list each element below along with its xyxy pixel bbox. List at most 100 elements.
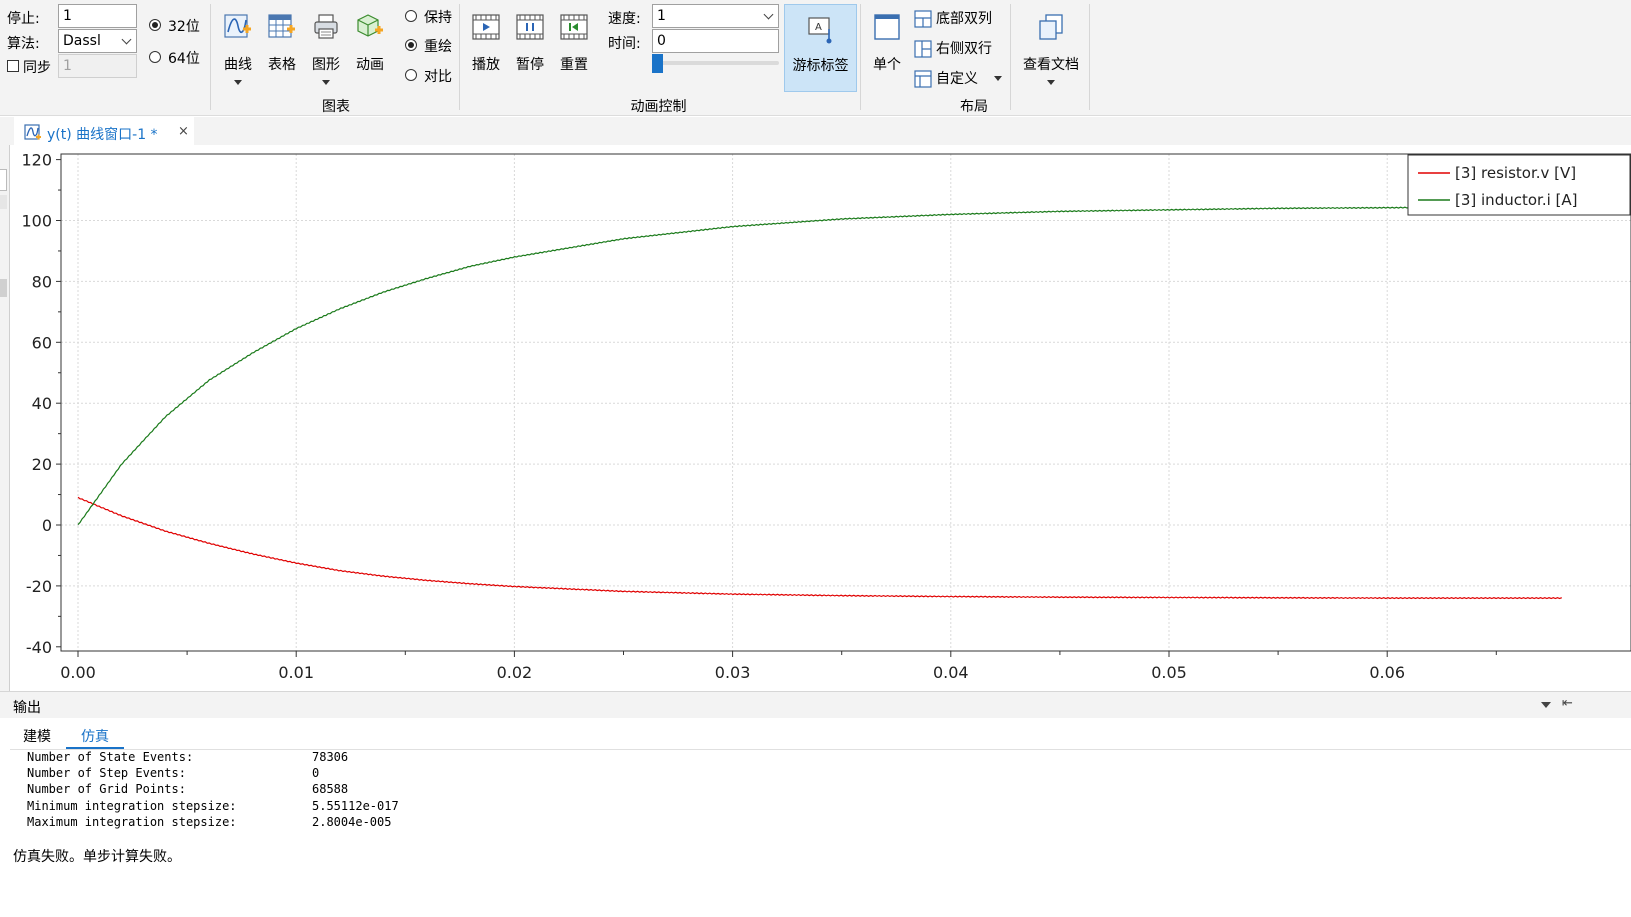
two-column-icon: [914, 10, 932, 28]
time-slider-thumb[interactable]: [652, 54, 663, 73]
layout-custom-label: 自定义: [936, 71, 978, 87]
simulation-error-message: 仿真失败。单步计算失败。: [13, 849, 181, 865]
printer-icon: [314, 14, 338, 39]
log-value: 0: [312, 766, 320, 780]
x-tick-label: 0.02: [497, 663, 533, 682]
caret-down-icon: [234, 80, 242, 85]
radio-redraw[interactable]: [405, 39, 417, 51]
y-tick-label: 40: [32, 394, 52, 413]
sync-checkbox[interactable]: [7, 60, 19, 72]
log-label: Number of Grid Points:: [27, 782, 186, 796]
animation-button[interactable]: 动画: [350, 12, 390, 92]
divider: [10, 749, 1631, 750]
close-icon[interactable]: ×: [178, 124, 189, 139]
ribbon-separator: [1010, 4, 1011, 110]
pause-button[interactable]: 暂停: [510, 12, 550, 92]
curve-button-label: 曲线: [224, 57, 252, 73]
cursor-label-button[interactable]: A 游标标签: [784, 4, 857, 92]
reset-button-label: 重置: [560, 57, 588, 73]
time-slider-track[interactable]: [652, 61, 779, 65]
log-label: Number of Step Events:: [27, 766, 186, 780]
layout-bottom-two-col-button[interactable]: 底部双列: [914, 7, 1004, 31]
log-value: 78306: [312, 750, 349, 764]
radio-64bit-label: 64位: [168, 51, 200, 67]
table-icon: [268, 14, 295, 38]
tab-modeling[interactable]: 建模: [23, 726, 51, 746]
y-tick-label: 80: [32, 272, 52, 291]
algorithm-select[interactable]: Dassl: [58, 29, 137, 53]
layout-right-two-row-button[interactable]: 右侧双行: [914, 37, 1004, 61]
speed-select[interactable]: 1: [652, 4, 779, 28]
algorithm-value: Dassl: [63, 33, 101, 49]
table-button[interactable]: 表格: [262, 12, 302, 92]
play-button[interactable]: 播放: [466, 12, 506, 92]
log-value: 5.55112e-017: [312, 799, 399, 813]
curve-button[interactable]: 曲线: [218, 12, 258, 92]
log-label: Maximum integration stepsize:: [27, 815, 237, 829]
chart-legend[interactable]: [3] resistor.v [V] [3] inductor.i [A]: [1407, 154, 1631, 216]
log-label: Minimum integration stepsize:: [27, 799, 237, 813]
dock-tab[interactable]: [0, 279, 7, 297]
layout-custom-button[interactable]: 自定义: [914, 67, 1006, 91]
play-button-label: 播放: [472, 57, 500, 73]
radio-compare[interactable]: [405, 69, 417, 81]
time-input[interactable]: 0: [652, 29, 779, 53]
log-label: Number of State Events:: [27, 750, 194, 764]
radio-compare-label: 对比: [424, 69, 452, 85]
tab-simulation[interactable]: 仿真: [81, 726, 109, 746]
tab-curve-window[interactable]: y(t) 曲线窗口-1 * ×: [14, 117, 194, 145]
radio-redraw-label: 重绘: [424, 39, 452, 55]
animation-group-label: 动画控制: [630, 99, 687, 115]
radio-64bit[interactable]: [149, 51, 161, 63]
sync-value-input: 1: [58, 54, 137, 78]
plot-area[interactable]: 120 100 80 60 40 20 0 -20 -40 0.00 0.01 0.02 0.03 0.…: [10, 145, 1631, 691]
legend-entry: [3] resistor.v [V]: [1455, 164, 1576, 182]
series-line: [77, 205, 1563, 526]
x-tick-label: 0.05: [1151, 663, 1187, 682]
x-tick-label: 0.00: [60, 663, 96, 682]
ribbon-separator: [210, 4, 211, 110]
cube-icon: [357, 14, 383, 37]
pin-icon[interactable]: ⇤: [1562, 696, 1573, 711]
caret-down-icon: [322, 80, 330, 85]
ribbon-separator: [1089, 4, 1090, 110]
layout-single-button[interactable]: 单个: [866, 12, 908, 92]
radio-keep-label: 保持: [424, 10, 452, 26]
log-value: 68588: [312, 782, 349, 796]
x-tick-label: 0.06: [1369, 663, 1405, 682]
view-doc-button[interactable]: 查看文档: [1016, 12, 1086, 92]
pause-icon: [516, 14, 544, 40]
y-t-chart[interactable]: 120100806040200-20-40 0.00 0.01 0.02 0.03 0.…: [10, 145, 1631, 691]
animation-button-label: 动画: [356, 57, 384, 73]
output-panel-title: 输出: [13, 700, 41, 716]
layout-single-label: 单个: [873, 57, 901, 73]
y-tick-label: -20: [26, 577, 52, 596]
cursor-label-icon: A: [808, 17, 832, 44]
time-label: 时间:: [608, 36, 641, 52]
radio-keep[interactable]: [405, 10, 417, 22]
layout-bottom-two-col-label: 底部双列: [936, 11, 992, 27]
svg-text:A: A: [815, 22, 822, 33]
chart-grid: [61, 154, 1631, 651]
panel-menu-icon[interactable]: [1541, 702, 1551, 708]
y-tick-label: 20: [32, 455, 52, 474]
table-button-label: 表格: [268, 57, 296, 73]
dock-tab[interactable]: [0, 169, 7, 191]
curve-icon: [224, 14, 251, 38]
tab-title: y(t) 曲线窗口-1 *: [47, 127, 158, 143]
stop-time-input[interactable]: 1: [58, 4, 137, 28]
documents-icon: [1039, 14, 1063, 40]
reset-button[interactable]: 重置: [554, 12, 594, 92]
dock-tab[interactable]: [0, 195, 7, 209]
ribbon-separator: [860, 4, 861, 110]
ribbon-separator: [459, 4, 460, 110]
y-axis: 120 100 80 60 40 20 0 -20 -40: [21, 151, 61, 657]
chart-series: [77, 205, 1563, 600]
log-value: 2.8004e-005: [312, 815, 392, 829]
stop-label: 停止:: [7, 11, 40, 27]
radio-32bit[interactable]: [149, 19, 161, 31]
chart-group-label: 图表: [322, 99, 350, 115]
caret-down-icon: [994, 76, 1002, 81]
graphic-button[interactable]: 图形: [306, 12, 346, 92]
play-icon: [472, 14, 500, 40]
